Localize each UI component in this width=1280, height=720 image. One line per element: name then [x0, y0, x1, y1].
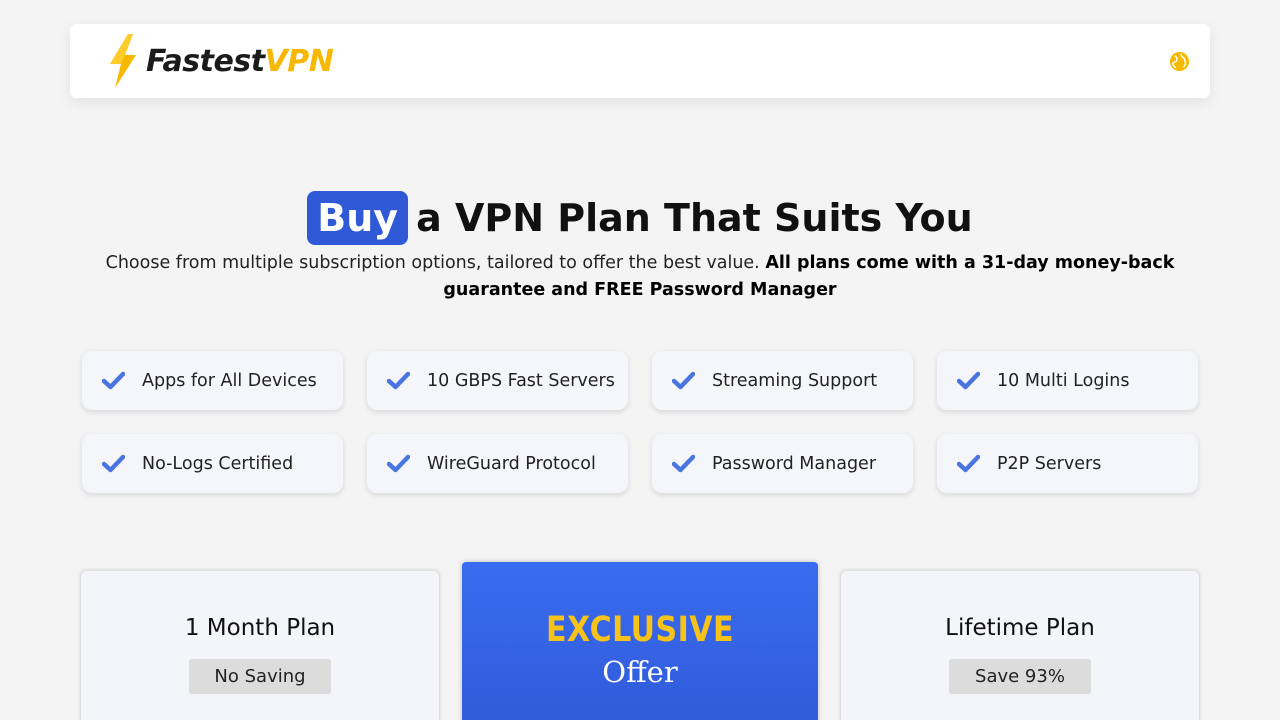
check-icon	[387, 454, 410, 473]
feature-card: Password Manager	[652, 434, 913, 493]
site-header: FastestVPN	[70, 24, 1210, 98]
offer-headline: EXCLUSIVE	[546, 610, 734, 650]
feature-card: Streaming Support	[652, 351, 913, 410]
subtitle-regular: Choose from multiple subscription option…	[105, 253, 760, 273]
plan-card-monthly[interactable]: 1 Month Plan No Saving	[81, 571, 439, 720]
plan-name: 1 Month Plan	[184, 615, 336, 641]
feature-label: 10 Multi Logins	[997, 370, 1130, 391]
feature-label: WireGuard Protocol	[427, 453, 596, 474]
feature-card: Apps for All Devices	[82, 351, 343, 410]
plan-card-exclusive-offer[interactable]: EXCLUSIVE Offer	[462, 562, 818, 720]
check-icon	[672, 454, 695, 473]
check-icon	[957, 371, 980, 390]
offer-subline: Offer	[602, 655, 678, 689]
feature-label: No-Logs Certified	[142, 453, 294, 474]
check-icon	[102, 371, 125, 390]
check-icon	[672, 371, 695, 390]
plan-name: Lifetime Plan	[945, 615, 1095, 641]
title-highlight: Buy	[307, 191, 409, 245]
feature-label: P2P Servers	[997, 453, 1102, 474]
feature-grid: Apps for All Devices 10 GBPS Fast Server…	[82, 351, 1199, 493]
lightning-bolt-icon	[110, 34, 136, 88]
check-icon	[387, 371, 410, 390]
feature-card: WireGuard Protocol	[367, 434, 628, 493]
title-text: a VPN Plan That Suits You	[416, 196, 973, 240]
page-title: Buy a VPN Plan That Suits You	[0, 191, 1280, 245]
feature-card: 10 Multi Logins	[937, 351, 1198, 410]
feature-card: No-Logs Certified	[82, 434, 343, 493]
feature-label: Apps for All Devices	[142, 370, 317, 391]
page-subtitle: Choose from multiple subscription option…	[100, 250, 1180, 304]
feature-label: Password Manager	[712, 453, 877, 474]
logo-word-vpn: VPN	[264, 43, 334, 79]
logo-word-fastest: Fastest	[146, 43, 265, 79]
plan-savings-badge: Save 93%	[949, 659, 1091, 694]
plan-savings-badge: No Saving	[189, 659, 331, 694]
fastestvpn-logo[interactable]: FastestVPN	[106, 34, 334, 88]
check-icon	[102, 454, 125, 473]
plan-card-lifetime[interactable]: Lifetime Plan Save 93%	[841, 571, 1199, 720]
feature-card: 10 GBPS Fast Servers	[367, 351, 628, 410]
logo-wordmark: FastestVPN	[146, 43, 334, 79]
check-icon	[957, 454, 980, 473]
globe-icon[interactable]	[1169, 51, 1190, 72]
feature-label: Streaming Support	[712, 370, 878, 391]
feature-card: P2P Servers	[937, 434, 1198, 493]
feature-label: 10 GBPS Fast Servers	[427, 370, 615, 391]
